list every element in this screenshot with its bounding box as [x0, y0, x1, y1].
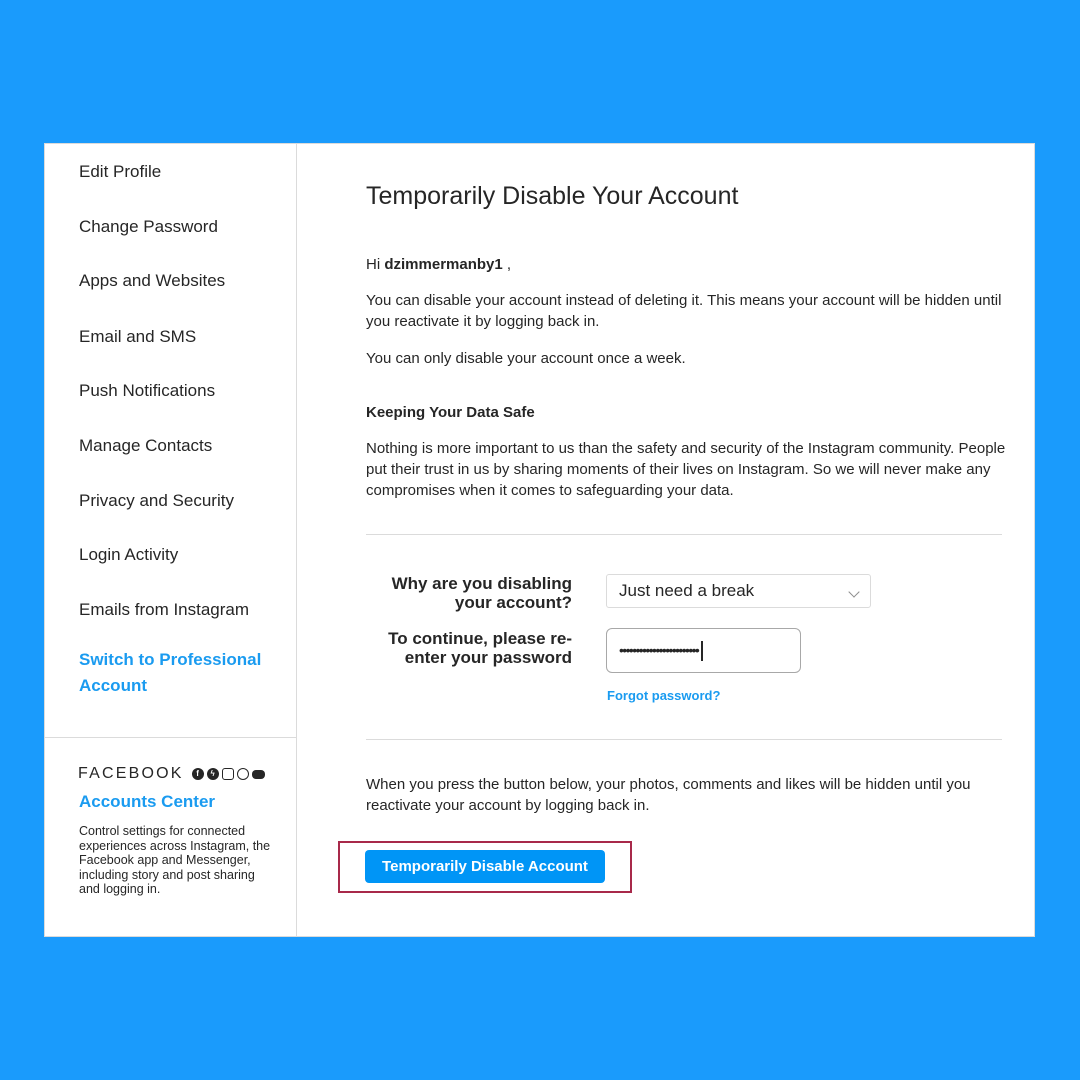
sidebar-item-apps-and-websites[interactable]: Apps and Websites: [79, 271, 225, 291]
text-cursor: [701, 641, 704, 662]
whatsapp-icon: [236, 768, 249, 780]
sidebar-item-login-activity[interactable]: Login Activity: [79, 545, 178, 565]
sidebar-divider: [45, 737, 296, 738]
facebook-brand-row: FACEBOOK f ϟ: [78, 765, 265, 783]
accounts-center-link[interactable]: Accounts Center: [79, 792, 215, 812]
sidebar-item-emails-from-instagram[interactable]: Emails from Instagram: [79, 600, 249, 620]
disable-warning-text: When you press the button below, your ph…: [366, 776, 971, 814]
sidebar-item-change-password[interactable]: Change Password: [79, 217, 218, 237]
data-safe-text: Nothing is more important to us than the…: [366, 440, 1006, 499]
reason-select[interactable]: Just need a break: [606, 574, 871, 608]
accounts-center-description: Control settings for connected experienc…: [79, 824, 271, 896]
settings-panel: Edit Profile Change Password Apps and We…: [44, 143, 1035, 937]
divider: [366, 739, 1002, 740]
password-input[interactable]: ••••••••••••••••••••••••: [606, 628, 801, 673]
divider: [366, 534, 1002, 535]
facebook-wordmark: FACEBOOK: [78, 765, 184, 782]
greeting-prefix: Hi: [366, 256, 381, 273]
sidebar-item-push-notifications[interactable]: Push Notifications: [79, 381, 215, 401]
once-a-week-text: You can only disable your account once a…: [366, 350, 686, 367]
temporarily-disable-account-button[interactable]: Temporarily Disable Account: [365, 850, 605, 883]
greeting-suffix: ,: [502, 256, 512, 273]
facebook-icon: f: [191, 768, 204, 780]
messenger-icon: ϟ: [206, 768, 219, 780]
sidebar-item-switch-to-professional[interactable]: Switch to Professional Account: [79, 647, 279, 699]
username: dzimmermanby1: [384, 256, 503, 273]
chevron-down-icon: [848, 586, 860, 598]
settings-sidebar: Edit Profile Change Password Apps and We…: [45, 144, 297, 936]
page-title: Temporarily Disable Your Account: [366, 182, 739, 210]
password-dots: ••••••••••••••••••••••••: [619, 642, 700, 658]
reason-select-value: Just need a break: [619, 581, 755, 600]
data-safe-heading: Keeping Your Data Safe: [366, 404, 535, 421]
intro-text: You can disable your account instead of …: [366, 292, 1002, 330]
sidebar-item-email-and-sms[interactable]: Email and SMS: [79, 327, 196, 347]
main-content: Temporarily Disable Your Account Hi dzim…: [297, 144, 1034, 936]
sidebar-item-edit-profile[interactable]: Edit Profile: [79, 162, 161, 182]
forgot-password-link[interactable]: Forgot password?: [607, 688, 720, 703]
sidebar-item-privacy-and-security[interactable]: Privacy and Security: [79, 491, 234, 511]
facebook-app-icons: f ϟ: [191, 768, 265, 780]
reason-label: Why are you disabling your account?: [391, 574, 572, 612]
sidebar-item-manage-contacts[interactable]: Manage Contacts: [79, 436, 212, 456]
password-label: To continue, please re-enter your passwo…: [388, 629, 572, 667]
instagram-icon: [221, 768, 234, 780]
greeting: Hi dzimmermanby1 ,: [366, 254, 511, 275]
oculus-icon: [251, 769, 265, 779]
